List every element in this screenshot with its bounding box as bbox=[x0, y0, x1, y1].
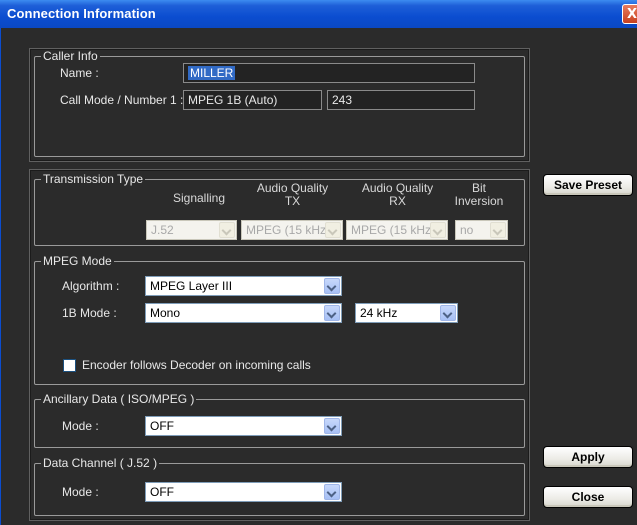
bit-inversion-select[interactable]: no bbox=[455, 220, 508, 240]
window-close-button[interactable]: X bbox=[622, 4, 637, 24]
chevron-down-icon bbox=[324, 484, 340, 500]
title-bar[interactable]: Connection Information X bbox=[0, 0, 637, 28]
caller-info-panel: Caller Info Name : MILLER Call Mode / Nu… bbox=[29, 48, 530, 162]
signalling-value: J.52 bbox=[151, 223, 174, 237]
settings-panel: Transmission Type Signalling Audio Quali… bbox=[29, 169, 530, 521]
1b-mode-select[interactable]: Mono bbox=[145, 303, 342, 323]
audio-quality-rx-select[interactable]: MPEG (15 kHz) bbox=[346, 220, 448, 240]
encoder-follows-label: Encoder follows Decoder on incoming call… bbox=[82, 358, 311, 372]
encoder-follows-checkbox[interactable] bbox=[63, 359, 76, 372]
name-field[interactable]: MILLER bbox=[183, 63, 475, 83]
algorithm-label: Algorithm : bbox=[62, 279, 120, 293]
chevron-down-icon bbox=[325, 222, 341, 238]
chevron-down-icon bbox=[324, 305, 340, 321]
data-channel-mode-value: OFF bbox=[150, 485, 174, 499]
transmission-type-legend: Transmission Type bbox=[43, 172, 144, 186]
chevron-down-icon bbox=[490, 222, 506, 238]
name-label: Name : bbox=[60, 66, 99, 80]
number-field[interactable]: 243 bbox=[327, 90, 475, 110]
dialog-body: Caller Info Name : MILLER Call Mode / Nu… bbox=[0, 28, 637, 525]
bit-inversion-header: Bit Inversion bbox=[454, 181, 504, 208]
close-button[interactable]: Close bbox=[543, 486, 633, 508]
window-title: Connection Information bbox=[7, 6, 156, 21]
connection-information-window: Connection Information X Caller Info Nam… bbox=[0, 0, 637, 525]
ancillary-mode-value: OFF bbox=[150, 419, 174, 433]
data-channel-mode-select[interactable]: OFF bbox=[145, 482, 342, 502]
chevron-down-icon bbox=[324, 278, 340, 294]
signalling-select[interactable]: J.52 bbox=[146, 220, 237, 240]
ancillary-mode-label: Mode : bbox=[62, 419, 99, 433]
sample-rate-select[interactable]: 24 kHz bbox=[355, 303, 458, 323]
audio-quality-tx-select[interactable]: MPEG (15 kHz) bbox=[241, 220, 343, 240]
signalling-header: Signalling bbox=[172, 191, 226, 205]
chevron-down-icon bbox=[219, 222, 235, 238]
mpeg-mode-legend: MPEG Mode bbox=[43, 254, 112, 268]
algorithm-value: MPEG Layer III bbox=[150, 279, 233, 293]
ancillary-data-legend: Ancillary Data ( ISO/MPEG ) bbox=[43, 392, 195, 406]
chevron-down-icon bbox=[430, 222, 446, 238]
audio-quality-tx-value: MPEG (15 kHz) bbox=[246, 223, 331, 237]
bit-inversion-value: no bbox=[460, 223, 474, 237]
ancillary-mode-select[interactable]: OFF bbox=[145, 416, 342, 436]
data-channel-legend: Data Channel ( J.52 ) bbox=[43, 456, 158, 470]
name-value: MILLER bbox=[188, 66, 236, 80]
save-preset-button[interactable]: Save Preset bbox=[543, 174, 633, 196]
chevron-down-icon bbox=[440, 305, 456, 321]
algorithm-select[interactable]: MPEG Layer III bbox=[145, 276, 342, 296]
close-icon: X bbox=[626, 7, 637, 22]
chevron-down-icon bbox=[324, 418, 340, 434]
1b-mode-value: Mono bbox=[150, 306, 181, 320]
1b-mode-label: 1B Mode : bbox=[62, 306, 117, 320]
caller-info-legend: Caller Info bbox=[43, 49, 98, 63]
data-channel-mode-label: Mode : bbox=[62, 485, 99, 499]
sample-rate-value: 24 kHz bbox=[360, 306, 398, 320]
call-mode-field[interactable]: MPEG 1B (Auto) bbox=[183, 90, 322, 110]
audio-quality-tx-header: Audio Quality TX bbox=[256, 181, 329, 208]
audio-quality-rx-header: Audio Quality RX bbox=[361, 181, 434, 208]
apply-button[interactable]: Apply bbox=[543, 446, 633, 468]
call-mode-label: Call Mode / Number 1 : bbox=[60, 93, 184, 107]
audio-quality-rx-value: MPEG (15 kHz) bbox=[351, 223, 436, 237]
